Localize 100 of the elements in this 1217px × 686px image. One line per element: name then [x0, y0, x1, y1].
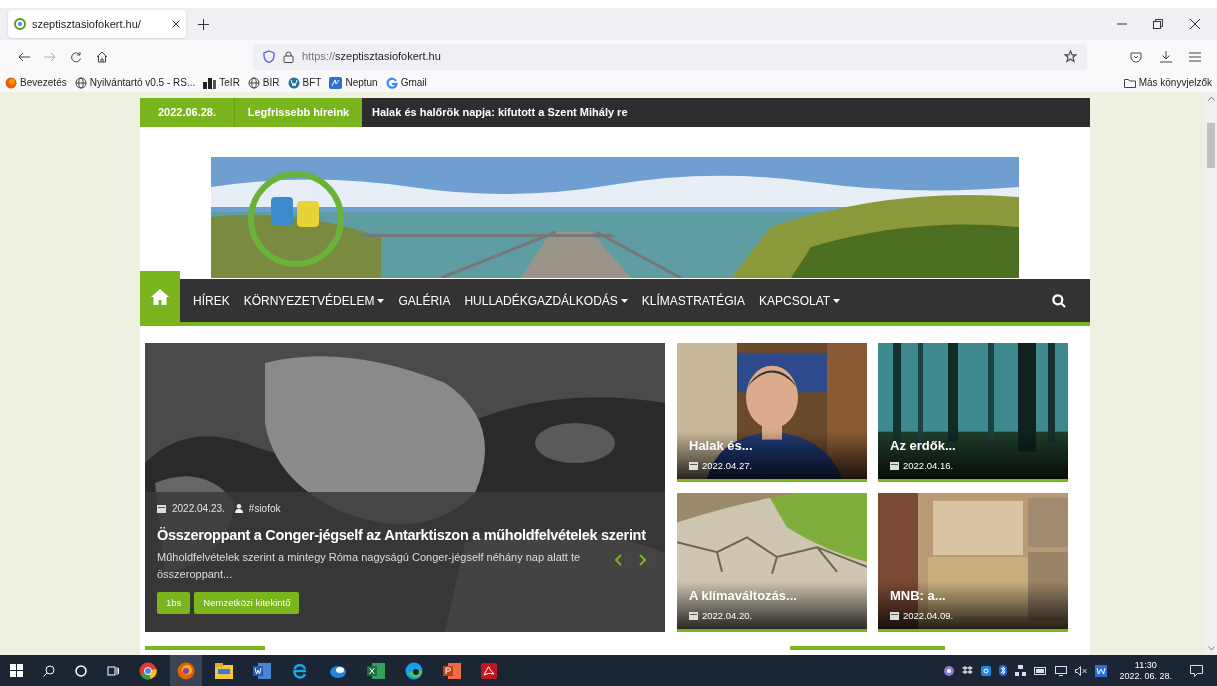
card-date: 2022.04.09. — [903, 608, 954, 623]
pdf-reader-icon[interactable] — [481, 662, 497, 679]
cortana-icon[interactable] — [75, 664, 87, 677]
display-icon[interactable] — [1055, 665, 1068, 676]
post-date: 2022.04.23. — [172, 502, 225, 516]
restore-icon[interactable] — [1153, 19, 1163, 29]
volume-muted-icon[interactable] — [1075, 665, 1088, 676]
internet-explorer-icon[interactable] — [291, 661, 309, 680]
nav-item[interactable]: GALÉRIA — [391, 279, 458, 322]
tab-title: szeptisztasiofokert.hu/ — [32, 16, 142, 32]
dropbox-icon[interactable] — [962, 665, 974, 676]
card-title[interactable]: MNB: a... — [890, 586, 954, 606]
calendar-icon — [689, 611, 698, 621]
bookmark[interactable]: BIR — [247, 75, 280, 90]
close-icon[interactable] — [1190, 19, 1200, 29]
user-icon — [234, 504, 243, 513]
shield-icon — [263, 50, 275, 63]
other-bookmarks[interactable]: Más könyvjelzők — [1123, 75, 1212, 90]
news-card[interactable]: MNB: a... 2022.04.09. — [878, 493, 1068, 632]
globe-icon — [247, 76, 260, 89]
calendar-icon — [689, 461, 698, 471]
chrome-icon[interactable] — [139, 661, 157, 680]
bookmark[interactable]: Nyilvántartó v0.5 - RS... — [74, 75, 196, 90]
excel-icon[interactable] — [367, 662, 385, 679]
outlook-icon[interactable] — [981, 665, 992, 676]
card-date: 2022.04.16. — [903, 458, 954, 473]
bookmark[interactable]: BFT — [287, 75, 322, 90]
news-card[interactable]: A klímaváltozás... 2022.04.20. — [677, 493, 867, 632]
clock-time: 11:30 — [1134, 659, 1157, 671]
chevron-left-icon — [614, 553, 622, 566]
firefox-taskbar-button[interactable] — [170, 655, 202, 686]
reload-icon[interactable] — [70, 50, 82, 63]
word-icon[interactable] — [1095, 664, 1108, 677]
url-text: https://szeptisztasiofokert.hu — [302, 49, 442, 65]
network-icon[interactable] — [1015, 665, 1027, 676]
news-card[interactable]: Halak és... 2022.04.27. — [677, 343, 867, 482]
notifications-icon[interactable] — [1190, 664, 1203, 677]
google-icon — [385, 76, 398, 89]
caret-icon — [620, 298, 628, 303]
taskbar-clock[interactable]: 11:30 2022. 06. 28. — [1115, 659, 1176, 682]
new-tab-icon[interactable] — [198, 18, 209, 30]
bookmark[interactable]: Neptun — [329, 75, 378, 90]
firefox-icon — [177, 661, 195, 680]
neptun-icon — [329, 76, 343, 89]
clock-date: 2022. 06. 28. — [1119, 670, 1172, 682]
ticker-headline[interactable]: Halak és halőrök napja: kifutott a Szent Mihály re — [372, 104, 628, 121]
task-view-icon[interactable] — [107, 664, 119, 677]
site-logo-icon — [14, 18, 26, 30]
nav-item[interactable]: HÍREK — [186, 279, 237, 322]
nav-item[interactable]: KLÍMASTRATÉGIA — [634, 279, 752, 322]
windows-start-icon[interactable] — [10, 664, 23, 677]
caret-icon — [377, 298, 385, 303]
address-bar[interactable]: https://szeptisztasiofokert.hu — [253, 43, 1087, 70]
card-date: 2022.04.20. — [702, 608, 753, 623]
card-title[interactable]: Az erdők... — [890, 436, 956, 456]
tray-icon[interactable] — [944, 665, 955, 676]
ticker-date: 2022.06.28. — [140, 98, 234, 127]
search-icon[interactable] — [43, 664, 55, 677]
nav-item[interactable]: KAPCSOLAT — [751, 279, 848, 322]
firefox-icon — [5, 76, 17, 89]
bookmark[interactable]: Bevezetés — [5, 75, 67, 90]
tower-icon — [203, 76, 217, 89]
post-title[interactable]: Összeroppant a Conger-jégself az Antarktiszon a műholdfelvételek szerint — [157, 525, 653, 547]
nav-item[interactable]: KÖRNYEZETVÉDELEM — [236, 279, 392, 322]
home-icon[interactable] — [96, 50, 108, 63]
post-excerpt: Műholdfelvételek szerint a mintegy Róma nagyságú Conger-jégself néhány nap alatt te összeroppant... — [157, 549, 582, 582]
news-card[interactable]: Az erdők... 2022.04.16. — [878, 343, 1068, 482]
bookmark[interactable]: Gmail — [385, 75, 427, 90]
scrollbar-thumb[interactable] — [1207, 123, 1215, 168]
globe-icon — [74, 76, 87, 89]
lock-icon — [283, 50, 294, 63]
chevron-right-icon — [638, 553, 646, 566]
back-icon[interactable] — [18, 51, 30, 62]
scroll-down-icon[interactable] — [1207, 646, 1215, 651]
browser-tab[interactable]: szeptisztasiofokert.hu/ — [8, 10, 186, 38]
bluetooth-icon[interactable] — [999, 665, 1008, 676]
star-icon[interactable] — [1064, 50, 1077, 63]
search-icon[interactable] — [1052, 293, 1066, 308]
scroll-up-icon[interactable] — [1207, 96, 1215, 101]
calendar-icon — [890, 461, 899, 471]
close-icon[interactable] — [172, 20, 180, 28]
nav-item[interactable]: HULLADÉKGAZDÁLKODÁS — [457, 279, 635, 322]
card-date: 2022.04.27. — [702, 458, 753, 473]
wordpress-icon — [287, 76, 300, 89]
word-icon[interactable] — [253, 662, 271, 679]
battery-icon[interactable] — [1034, 666, 1048, 675]
post-author[interactable]: #siofok — [248, 501, 281, 516]
download-icon[interactable] — [1160, 50, 1172, 63]
calendar-icon — [157, 504, 166, 513]
powerpoint-icon[interactable] — [443, 662, 461, 679]
folder-icon[interactable] — [215, 662, 233, 679]
folder-icon — [1123, 77, 1136, 88]
pocket-icon[interactable] — [1130, 50, 1142, 63]
edge-icon[interactable] — [405, 661, 423, 680]
card-title[interactable]: Halak és... — [689, 436, 753, 456]
ticker-label: Legfrissebb híreink — [234, 98, 362, 127]
menu-icon[interactable] — [1189, 51, 1201, 62]
home-icon — [151, 288, 169, 305]
calendar-icon — [890, 611, 899, 621]
bookmark[interactable]: TeIR — [203, 75, 240, 90]
